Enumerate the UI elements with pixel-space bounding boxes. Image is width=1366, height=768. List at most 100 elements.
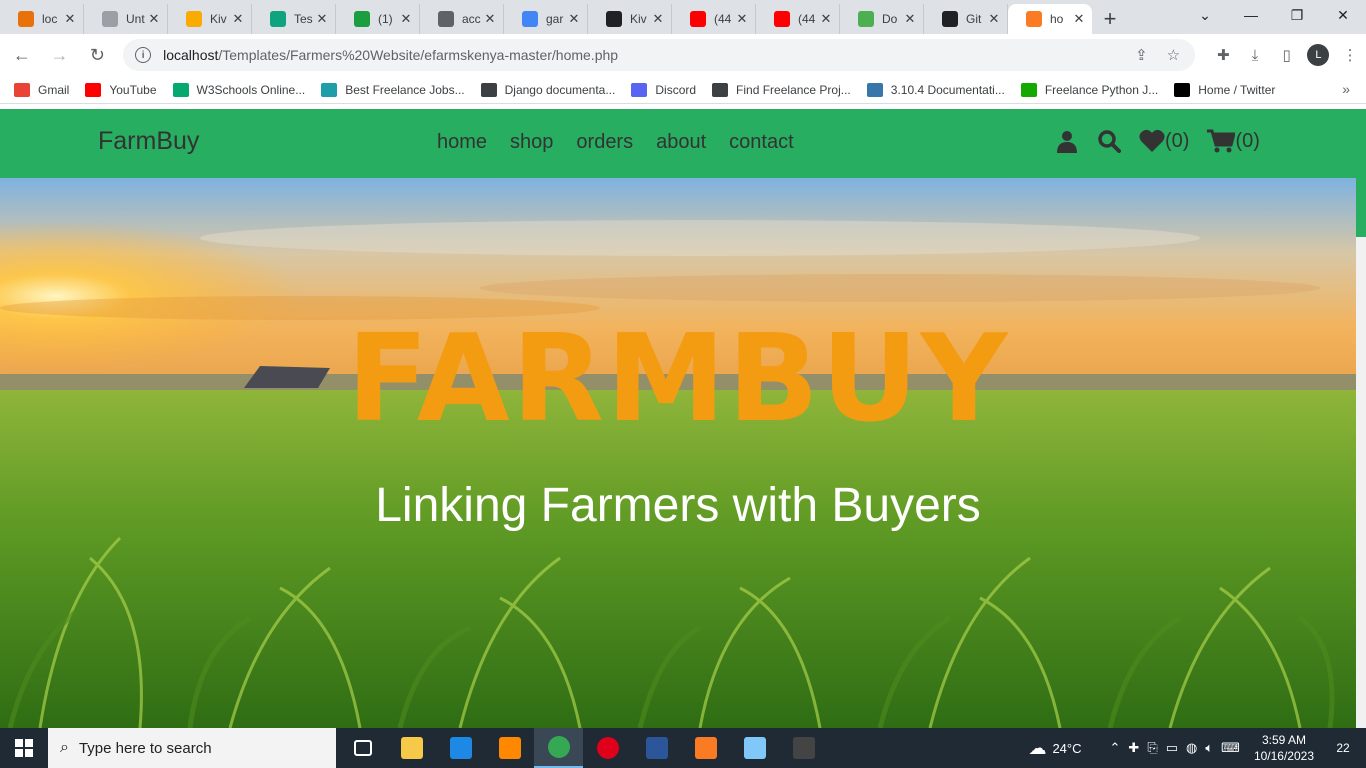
browser-tab[interactable]: ho ✕	[1008, 4, 1092, 34]
taskbar-app-vscode[interactable]	[436, 728, 485, 768]
tab-close-icon[interactable]: ✕	[63, 11, 77, 27]
downloads-icon[interactable]: ⤓	[1239, 39, 1271, 71]
tab-close-icon[interactable]: ✕	[399, 11, 413, 27]
user-icon[interactable]	[1055, 129, 1079, 153]
browser-tab[interactable]: (44 ✕	[672, 4, 756, 34]
close-window-button[interactable]: ✕	[1320, 0, 1366, 30]
cloudy-weather-icon: ☁	[1028, 737, 1047, 758]
tab-search-icon[interactable]: ⌄	[1182, 0, 1228, 30]
tab-close-icon[interactable]: ✕	[231, 11, 245, 27]
browser-tab[interactable]: acc ✕	[420, 4, 504, 34]
forward-button[interactable]: →	[44, 39, 76, 71]
site-header: FarmBuy home shop orders about contact (…	[0, 109, 1356, 178]
tab-title: gar	[546, 12, 564, 26]
browser-tab[interactable]: Tes ✕	[252, 4, 336, 34]
volume-icon[interactable]: 🔈︎	[1205, 740, 1213, 756]
nav-about[interactable]: about	[656, 131, 706, 154]
bookmark-item[interactable]: Find Freelance Proj...	[712, 82, 851, 97]
site-info-icon[interactable]: i	[135, 47, 152, 63]
keyboard-icon[interactable]: ⌨	[1221, 740, 1240, 756]
side-panel-icon[interactable]: ▯	[1271, 39, 1303, 71]
tab-close-icon[interactable]: ✕	[903, 11, 917, 27]
temperature: 24°C	[1052, 740, 1082, 756]
bookmark-item[interactable]: W3Schools Online...	[172, 82, 305, 97]
tab-close-icon[interactable]: ✕	[987, 11, 1001, 27]
network-icon[interactable]: ◍	[1186, 740, 1197, 756]
cart-link[interactable]: (0)	[1207, 129, 1260, 153]
browser-tab[interactable]: (1) ✕	[336, 4, 420, 34]
start-button[interactable]	[0, 728, 48, 768]
web-page: FARMBUY Linking Farmers with Buyers Farm…	[0, 109, 1366, 728]
search-icon[interactable]	[1097, 129, 1121, 153]
browser-tab[interactable]: Do ✕	[840, 4, 924, 34]
page-scrollbar[interactable]	[1356, 109, 1366, 728]
taskbar-app-chrome[interactable]	[534, 728, 583, 768]
bookmark-label: Gmail	[38, 82, 70, 97]
tab-close-icon[interactable]: ✕	[735, 11, 749, 27]
chevron-up-icon[interactable]: ⌃	[1110, 740, 1121, 756]
bookmark-item[interactable]: Freelance Python J...	[1020, 82, 1158, 97]
scrollbar-thumb[interactable]	[1356, 109, 1366, 237]
taskbar-app-file-explorer[interactable]	[387, 728, 436, 768]
tab-close-icon[interactable]: ✕	[147, 11, 161, 27]
notification-center-button[interactable]: 22	[1328, 733, 1358, 763]
taskbar-app-word[interactable]	[632, 728, 681, 768]
battery-icon[interactable]: ▭	[1166, 740, 1178, 756]
tab-title: Kiv	[210, 12, 227, 26]
browser-toolbar: ← → ↻ i localhost/Templates/Farmers%20We…	[0, 34, 1366, 76]
browser-tab[interactable]: (44 ✕	[756, 4, 840, 34]
wishlist-link[interactable]: (0)	[1139, 129, 1189, 153]
usb-icon[interactable]: ⎘	[1147, 740, 1157, 756]
tab-close-icon[interactable]: ✕	[315, 11, 329, 27]
bookmark-item[interactable]: Django documenta...	[480, 82, 615, 97]
site-logo[interactable]: FarmBuy	[98, 127, 199, 156]
taskbar-app-xampp[interactable]	[681, 728, 730, 768]
taskbar-app-terminal[interactable]	[779, 728, 828, 768]
tab-close-icon[interactable]: ✕	[567, 11, 581, 27]
taskbar-search[interactable]: ⌕ Type here to search	[48, 728, 336, 768]
nav-shop[interactable]: shop	[510, 131, 553, 154]
opera-icon	[596, 737, 619, 759]
bookmarks-overflow-icon[interactable]: »	[1342, 81, 1350, 97]
taskbar-clock[interactable]: 3:59 AM 10/16/2023	[1254, 732, 1314, 764]
browser-tab[interactable]: Unt ✕	[84, 4, 168, 34]
taskbar-app-notepad-app[interactable]	[730, 728, 779, 768]
youtube-icon	[774, 11, 790, 27]
tab-close-icon[interactable]: ✕	[483, 11, 497, 27]
new-tab-button[interactable]: +	[1092, 4, 1128, 34]
bookmark-star-icon[interactable]: ☆	[1163, 46, 1183, 64]
notepad-app-icon	[743, 737, 766, 759]
menu-icon[interactable]: ⋮	[1334, 39, 1366, 71]
minimize-button[interactable]: —	[1228, 0, 1274, 30]
maximize-button[interactable]: ❐	[1274, 0, 1320, 30]
tab-close-icon[interactable]: ✕	[1072, 11, 1086, 27]
bookmark-item[interactable]: Discord	[631, 82, 696, 97]
browser-tab[interactable]: Kiv ✕	[168, 4, 252, 34]
back-button[interactable]: ←	[6, 39, 38, 71]
tab-close-icon[interactable]: ✕	[651, 11, 665, 27]
taskbar-app-opera[interactable]	[583, 728, 632, 768]
weather-widget[interactable]: ☁ 24°C	[1028, 738, 1081, 759]
bookmark-item[interactable]: Home / Twitter	[1174, 82, 1275, 97]
nav-orders[interactable]: orders	[576, 131, 633, 154]
browser-tab[interactable]: Git ✕	[924, 4, 1008, 34]
browser-tab[interactable]: gar ✕	[504, 4, 588, 34]
bookmark-item[interactable]: YouTube	[85, 82, 157, 97]
browser-tab[interactable]: loc ✕	[0, 4, 84, 34]
bookmark-item[interactable]: Gmail	[14, 82, 70, 97]
nav-home[interactable]: home	[437, 131, 487, 154]
nav-contact[interactable]: contact	[729, 131, 793, 154]
bookmark-item[interactable]: Best Freelance Jobs...	[321, 82, 465, 97]
reload-button[interactable]: ↻	[81, 39, 113, 71]
tab-title: Tes	[294, 12, 313, 26]
taskbar-app-vlc[interactable]	[485, 728, 534, 768]
profile-avatar[interactable]: L	[1307, 44, 1330, 66]
tab-close-icon[interactable]: ✕	[819, 11, 833, 27]
security-icon[interactable]: ✚	[1128, 740, 1139, 756]
browser-tab[interactable]: Kiv ✕	[588, 4, 672, 34]
address-bar[interactable]: i localhost/Templates/Farmers%20Website/…	[123, 39, 1196, 71]
bookmark-item[interactable]: 3.10.4 Documentati...	[866, 82, 1005, 97]
taskbar-app-task-view[interactable]	[338, 728, 387, 768]
share-icon[interactable]: ⇪	[1131, 46, 1151, 64]
extensions-icon[interactable]: ✚	[1207, 39, 1239, 71]
